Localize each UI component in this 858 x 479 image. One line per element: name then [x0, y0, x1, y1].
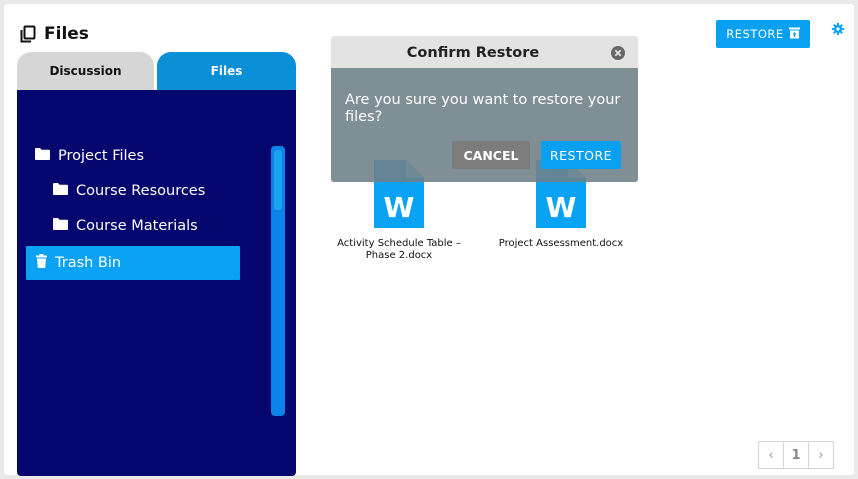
trash-restore-icon [788, 27, 800, 42]
dialog-title: Confirm Restore [406, 45, 540, 61]
confirm-restore-dialog: Confirm Restore Are you sure you want to… [331, 36, 638, 182]
dialog-message: Are you sure you want to restore your fi… [345, 92, 621, 125]
sidebar-item-label: Trash Bin [55, 255, 122, 271]
scrollbar-thumb[interactable] [274, 150, 282, 210]
page-title: Files [44, 24, 89, 44]
tab-files[interactable]: Files [157, 52, 296, 90]
next-page-button[interactable]: › [808, 441, 834, 469]
cancel-button[interactable]: CANCEL [452, 141, 530, 169]
sidebar-item-project-files[interactable]: Project Files [35, 148, 144, 164]
folder-icon [35, 148, 50, 164]
folder-icon [53, 183, 68, 199]
restore-button[interactable]: RESTORE [716, 20, 810, 48]
dialog-header: Confirm Restore [331, 36, 638, 68]
panel-header: Files [20, 24, 89, 44]
folder-icon [53, 218, 68, 234]
file-name: Project Assessment.docx [498, 238, 624, 249]
restore-button-label: RESTORE [726, 27, 784, 41]
sidebar-item-course-resources[interactable]: Course Resources [53, 183, 205, 199]
files-panel: Files RESTORE Discussion Files Project F… [4, 4, 854, 476]
trash-icon [36, 254, 47, 272]
sidebar-item-trash-bin[interactable]: Trash Bin [26, 246, 240, 280]
gear-icon[interactable] [832, 20, 844, 39]
prev-page-button[interactable]: ‹ [758, 441, 784, 469]
sidebar-item-label: Course Materials [76, 218, 198, 234]
folder-sidebar: Project Files Course Resources Course Ma… [17, 90, 296, 476]
word-badge: W [546, 191, 577, 224]
tab-discussion[interactable]: Discussion [17, 52, 154, 90]
page-number[interactable]: 1 [783, 441, 809, 469]
file-name: Activity Schedule Table – Phase 2.docx [337, 238, 461, 261]
tab-bar: Discussion Files [17, 52, 296, 90]
copy-icon [20, 25, 36, 43]
sidebar-item-course-materials[interactable]: Course Materials [53, 218, 198, 234]
close-icon[interactable] [611, 45, 625, 64]
sidebar-item-label: Course Resources [76, 183, 206, 199]
confirm-restore-button[interactable]: RESTORE [541, 141, 621, 169]
word-badge: W [384, 191, 415, 224]
sidebar-item-label: Project Files [58, 148, 145, 164]
pagination: ‹ 1 › [758, 441, 834, 469]
